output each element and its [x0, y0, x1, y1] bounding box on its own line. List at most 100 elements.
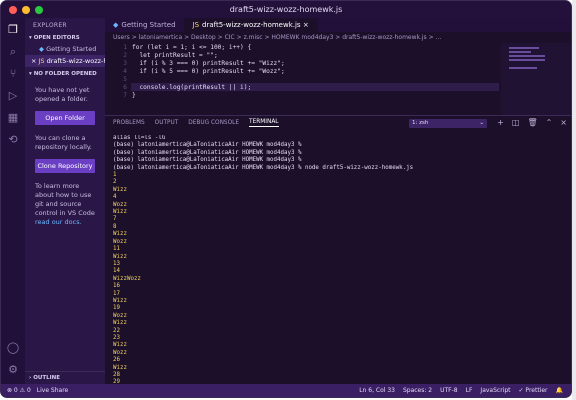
- explorer-sidebar: EXPLORER ▾ OPEN EDITORS ◆ Getting Starte…: [25, 18, 105, 384]
- terminal-line: 17: [113, 290, 120, 297]
- terminal-line: 23: [113, 334, 120, 341]
- status-left: ⊗ 0 ⚠ 0 Live Share: [7, 384, 68, 397]
- terminal-line: 28: [113, 372, 120, 378]
- run-debug-icon[interactable]: ▷: [5, 88, 21, 104]
- terminal-line: 16: [113, 283, 120, 290]
- vscode-window: draft5-wizz-wozz-homewk.js ❐ ⌕ ⑂ ▷ ▦ ⟲ ◯…: [0, 0, 572, 398]
- minimap-line: [509, 47, 539, 49]
- terminal-line: Wozz: [113, 238, 127, 245]
- code-line: if (i % 5 === 0) printResult += "Wozz";: [132, 68, 285, 75]
- minimap-line: [509, 67, 537, 69]
- encoding[interactable]: UTF-8: [440, 384, 458, 397]
- tab-getting-started[interactable]: ◆ Getting Started: [105, 18, 185, 32]
- settings-icon[interactable]: ⚙: [5, 362, 21, 378]
- terminal-line: 13: [113, 260, 120, 267]
- terminal-line: 11: [113, 246, 120, 253]
- bell-icon[interactable]: 🔔: [556, 384, 563, 397]
- terminal-line: Wozz: [113, 312, 127, 319]
- no-folder-section[interactable]: ▾ NO FOLDER OPENED: [25, 69, 105, 79]
- no-folder-text: You have not yet opened a folder.: [35, 86, 90, 103]
- terminal-select[interactable]: 1: zsh ⌄: [409, 119, 487, 128]
- open-folder-button[interactable]: Open Folder: [35, 111, 95, 125]
- open-editor-label: Getting Started: [46, 45, 97, 53]
- extensions-icon[interactable]: ▦: [5, 110, 21, 126]
- remote-icon[interactable]: ⟲: [5, 132, 21, 148]
- js-file-icon: JS: [38, 57, 47, 65]
- split-terminal-icon[interactable]: ◫: [512, 118, 520, 127]
- close-icon[interactable]: ×: [31, 57, 39, 65]
- indentation[interactable]: Spaces: 2: [403, 384, 432, 397]
- line-ending[interactable]: LF: [466, 384, 473, 397]
- files-icon[interactable]: ❐: [5, 22, 21, 38]
- desktop-edge: [572, 0, 576, 400]
- cursor-position[interactable]: Ln 6, Col 33: [359, 384, 395, 397]
- tab-label: draft5-wizz-wozz-homewk.js: [202, 21, 301, 29]
- code-line: if (i % 3 === 0) printResult += "Wizz";: [132, 60, 285, 67]
- terminal-line: 7: [113, 216, 117, 223]
- language-mode[interactable]: JavaScript: [480, 384, 510, 397]
- clone-repository-button[interactable]: Clone Repository: [35, 159, 95, 173]
- line-number: 6: [123, 84, 127, 91]
- account-icon[interactable]: ◯: [5, 340, 21, 356]
- line-number: 4: [123, 68, 127, 75]
- live-share-status[interactable]: Live Share: [37, 384, 68, 397]
- terminal-line: 26: [113, 357, 120, 364]
- status-right: Ln 6, Col 33 Spaces: 2 UTF-8 LF JavaScri…: [359, 384, 563, 397]
- code-line: }: [132, 92, 136, 99]
- terminal-line: 1: [113, 172, 117, 179]
- minimap[interactable]: [501, 43, 571, 115]
- terminal-line: (base) latoniamertica@LaToniaticaAir HOM…: [113, 164, 414, 171]
- window-title: draft5-wizz-wozz-homewk.js: [229, 5, 343, 14]
- status-bar: ⊗ 0 ⚠ 0 Live Share Ln 6, Col 33 Spaces: …: [1, 384, 571, 397]
- line-number: 1: [123, 44, 127, 51]
- prettier-status[interactable]: ✓ Prettier: [519, 384, 548, 397]
- code-line: let printResult = "";: [132, 52, 218, 59]
- tab-output[interactable]: OUTPUT: [155, 120, 179, 126]
- chevron-down-icon: ⌄: [479, 120, 484, 126]
- tab-label: Getting Started: [121, 21, 176, 29]
- tab-terminal[interactable]: TERMINAL: [249, 119, 279, 127]
- terminal-line: (base) latoniamertica@LaToniaticaAir HOM…: [113, 142, 302, 149]
- terminal-line: 8: [113, 223, 117, 230]
- open-editor-item[interactable]: ◆ Getting Started: [25, 43, 105, 55]
- close-icon[interactable]: ×: [303, 21, 309, 29]
- terminal-line: Wizz: [113, 231, 127, 238]
- line-number: 2: [123, 52, 127, 59]
- terminal-line: alias ll=ls -lG: [113, 135, 166, 141]
- read-docs-link[interactable]: read our docs.: [35, 218, 82, 226]
- minimap-line: [509, 55, 545, 57]
- tab-problems[interactable]: PROBLEMS: [113, 120, 145, 126]
- editor-tabs: ◆ Getting Started JS draft5-wizz-wozz-home…: [105, 18, 571, 32]
- tab-draft5[interactable]: JS draft5-wizz-wozz-homewk.js ×: [184, 18, 318, 32]
- terminal-line: 22: [113, 327, 120, 334]
- terminal-line: 2: [113, 179, 117, 186]
- terminal-line: Wizz: [113, 297, 127, 304]
- terminal-select-value: 1: zsh: [412, 120, 429, 126]
- maximize-panel-icon[interactable]: ⌃: [546, 118, 553, 127]
- panel-toolbar: + ◫ 🗑 ⌃ ×: [497, 118, 567, 127]
- code-line: console.log(printResult || i);: [132, 84, 252, 91]
- terminal-line: Wizz: [113, 253, 127, 260]
- source-control-icon[interactable]: ⑂: [5, 66, 21, 82]
- terminal-line: Wizz: [113, 320, 127, 327]
- learn-text: To learn more about how to use git and s…: [25, 179, 105, 230]
- breadcrumb[interactable]: Users > latoniamertica > Desktop > CIC >…: [105, 32, 571, 43]
- terminal-line: Wizz: [113, 209, 127, 216]
- vscode-file-icon: ◆: [113, 21, 119, 29]
- problems-status[interactable]: ⊗ 0 ⚠ 0: [7, 384, 31, 397]
- open-editor-item[interactable]: × JS draft5-wizz-wozz-homewk.js: [25, 55, 105, 67]
- open-editors-label: OPEN EDITORS: [33, 35, 80, 41]
- search-icon[interactable]: ⌕: [5, 44, 21, 60]
- js-file-icon: JS: [192, 21, 200, 29]
- terminal-line: Wozz: [113, 349, 127, 356]
- close-icon[interactable]: ×: [560, 118, 567, 127]
- open-editors-section[interactable]: ▾ OPEN EDITORS: [25, 33, 105, 43]
- code-line: for (let i = 1; i <= 100; i++) {: [132, 44, 252, 51]
- add-terminal-icon[interactable]: +: [497, 118, 504, 127]
- line-number: 5: [123, 76, 127, 83]
- terminal-output[interactable]: alias ll=ls -lG (base) latoniamertica@LaT…: [113, 135, 565, 384]
- outline-section[interactable]: › OUTLINE: [25, 371, 105, 384]
- trash-icon[interactable]: 🗑: [527, 118, 537, 127]
- no-folder-label: NO FOLDER OPENED: [33, 71, 97, 77]
- tab-debug-console[interactable]: DEBUG CONSOLE: [188, 120, 239, 126]
